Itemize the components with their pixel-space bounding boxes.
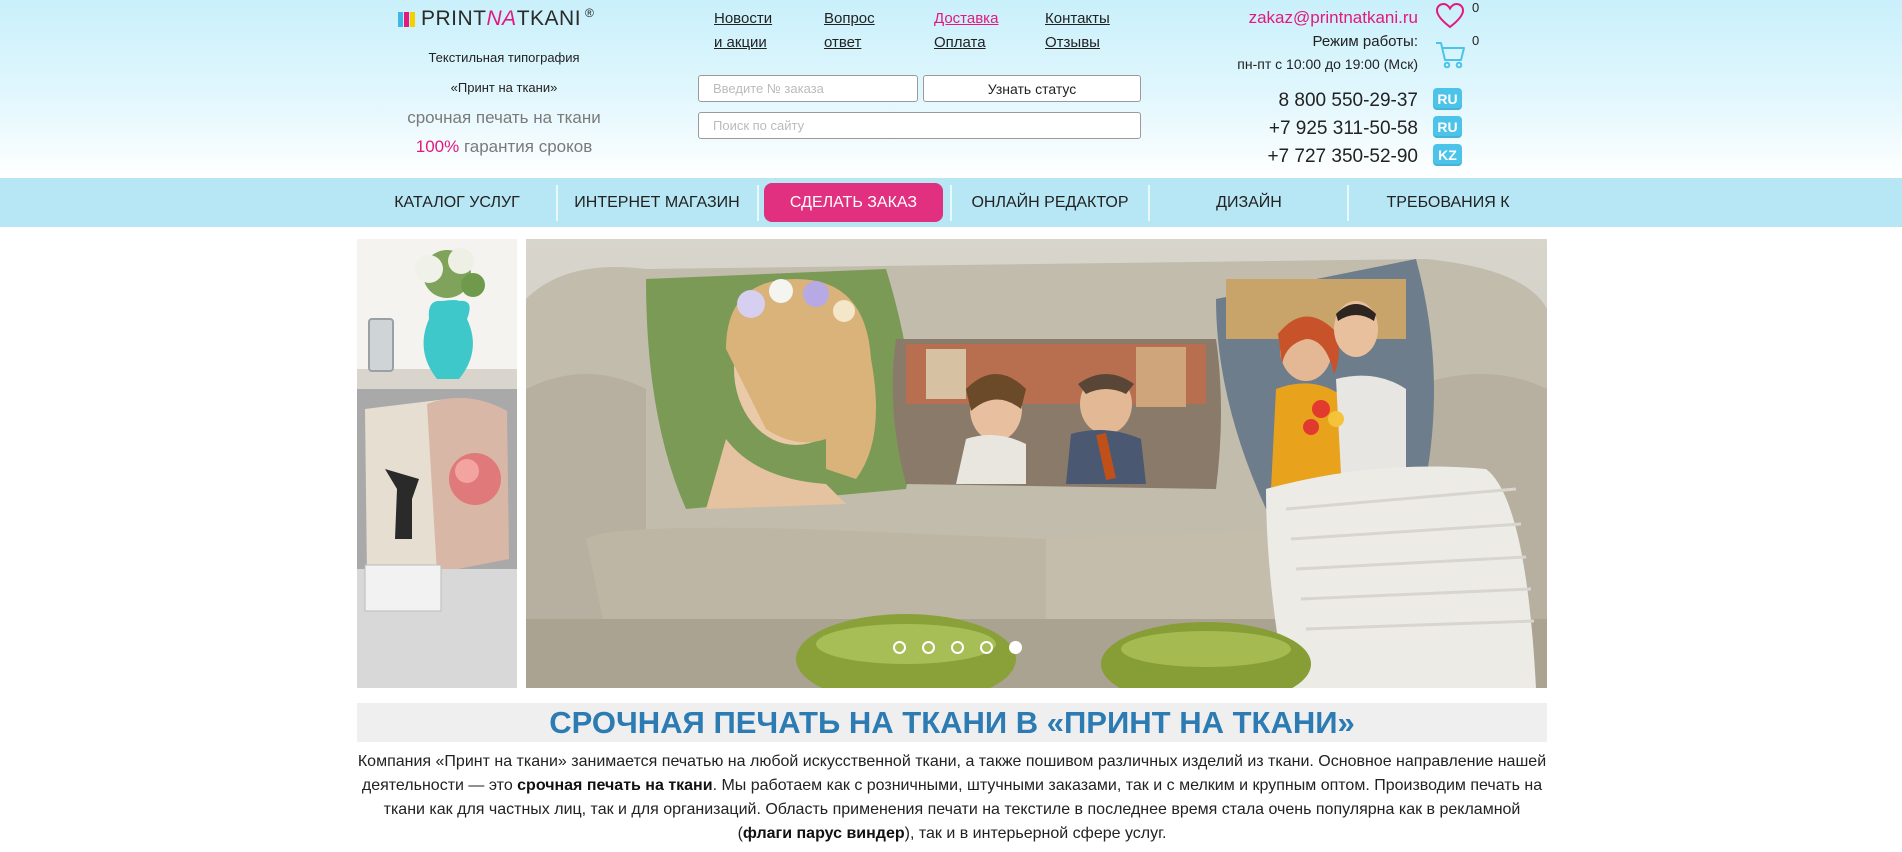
slider-dot-3[interactable]	[951, 641, 964, 654]
nav-layout-requirements[interactable]: ТРЕБОВАНИЯ К МАКЕТАМ	[1349, 178, 1547, 260]
main-navigation: КАТАЛОГ УСЛУГ ИНТЕРНЕТ МАГАЗИН СДЕЛАТЬ З…	[0, 178, 1902, 260]
email-link[interactable]: zakaz@printnatkani.ru	[1180, 8, 1418, 28]
link-faq-line2: ответ	[824, 34, 862, 51]
phone-ru-1[interactable]: 8 800 550-29-37	[1180, 90, 1418, 112]
link-news-line2: и акции	[714, 34, 767, 51]
work-hours-label: Режим работы:	[1312, 33, 1418, 50]
nav-catalog[interactable]: КАТАЛОГ УСЛУГ	[357, 178, 557, 227]
intro-text-3: ), так и в интерьерной сфере услуг.	[904, 825, 1167, 842]
link-faq[interactable]: Вопрос	[824, 7, 875, 31]
nav-shop[interactable]: ИНТЕРНЕТ МАГАЗИН	[558, 178, 756, 227]
tagline-company: «Принт на ткани»	[450, 80, 558, 95]
cart-icon[interactable]	[1435, 40, 1467, 70]
link-news-2[interactable]: и акции	[714, 31, 767, 55]
phone-kz[interactable]: +7 727 350-52-90	[1180, 146, 1418, 168]
site-search-input[interactable]	[698, 112, 1141, 139]
phone-ru-2[interactable]: +7 925 311-50-58	[1180, 118, 1418, 140]
tagline-guarantee: 100% гарантия сроков	[384, 137, 624, 157]
printed-pillows-sofa-image	[526, 239, 1547, 688]
flag-ru-icon: RU	[1433, 116, 1462, 138]
logo-cmyk-icon	[398, 11, 416, 27]
flag-ru-icon: RU	[1433, 88, 1462, 110]
check-status-button[interactable]: Узнать статус	[923, 75, 1141, 102]
link-news-line1: Новости	[714, 10, 773, 27]
guarantee-text: гарантия сроков	[459, 137, 593, 156]
link-delivery[interactable]: Доставка	[934, 7, 998, 31]
slider-dot-2[interactable]	[922, 641, 935, 654]
wishlist-heart-icon[interactable]	[1435, 2, 1465, 30]
make-order-button[interactable]: СДЕЛАТЬ ЗАКАЗ	[764, 183, 943, 222]
site-header: PRINT NA TKANI ® Текстильная типография …	[0, 0, 1902, 178]
nav-online-editor[interactable]: ОНЛАЙН РЕДАКТОР	[952, 178, 1148, 227]
link-contacts[interactable]: Контакты	[1045, 7, 1110, 31]
work-hours: пн-пт с 10:00 до 19:00 (Мск)	[1237, 56, 1418, 72]
logo-text-tkani: TKANI	[516, 7, 582, 30]
flag-kz-icon: KZ	[1433, 144, 1462, 166]
intro-paragraph: Компания «Принт на ткани» занимается печ…	[357, 750, 1547, 846]
link-faq-2[interactable]: ответ	[824, 31, 861, 55]
nav-divider	[757, 185, 759, 221]
slider-dot-4[interactable]	[980, 641, 993, 654]
site-logo[interactable]: PRINT NA TKANI ®	[398, 6, 595, 31]
guarantee-percent: 100%	[415, 137, 460, 156]
registered-mark: ®	[585, 6, 595, 20]
logo-text-print: PRINT	[421, 7, 487, 30]
intro-bold-urgent-print: срочная печать на ткани	[517, 777, 713, 794]
wishlist-count: 0	[1472, 0, 1480, 15]
nav-design[interactable]: ДИЗАЙН	[1150, 178, 1348, 227]
order-number-input[interactable]	[698, 75, 918, 102]
pillows-shelf-image	[357, 239, 517, 688]
slider-prev-slide[interactable]	[357, 239, 517, 688]
link-faq-line1: Вопрос	[824, 10, 875, 27]
logo-text-na: NA	[486, 7, 517, 30]
tagline-urgent-print: срочная печать на ткани	[407, 108, 601, 127]
tagline-typography: Текстильная типография	[428, 50, 580, 65]
slider-main-slide[interactable]	[526, 239, 1547, 688]
slider-dot-5[interactable]	[1009, 641, 1022, 654]
link-news[interactable]: Новости	[714, 7, 772, 31]
slider-dot-1[interactable]	[893, 641, 906, 654]
page-title: СРОЧНАЯ ПЕЧАТЬ НА ТКАНИ В «ПРИНТ НА ТКАН…	[357, 703, 1547, 742]
link-reviews[interactable]: Отзывы	[1045, 31, 1100, 55]
intro-link-flags[interactable]: флаги парус виндер	[743, 825, 905, 842]
cart-count: 0	[1472, 33, 1480, 48]
slider-pagination	[893, 641, 1038, 654]
link-payment[interactable]: Оплата	[934, 31, 986, 55]
